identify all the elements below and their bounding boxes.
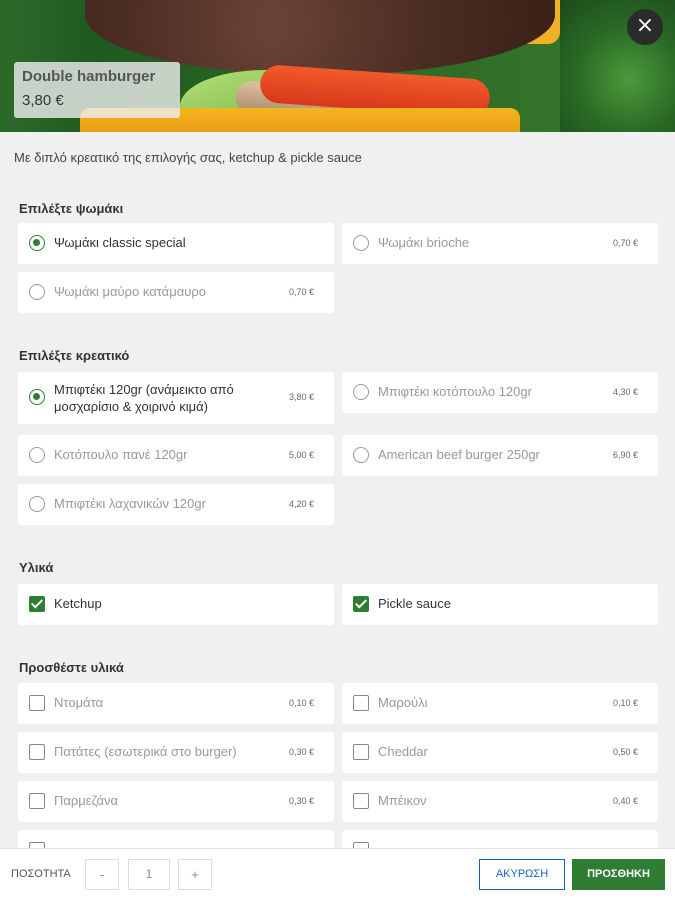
cancel-button[interactable]: ΑΚΥΡΩΣΗ <box>479 859 565 890</box>
close-icon: × <box>635 13 655 38</box>
ingredient-option[interactable]: Ketchup <box>18 584 334 625</box>
section-title-bread: Επιλέξτε ψωμάκι <box>19 201 124 216</box>
checkbox[interactable] <box>353 596 369 612</box>
option-label: Ψωμάκι μαύρο κατάμαυρο <box>54 284 206 299</box>
meat-option[interactable]: American beef burger 250gr 6,90 € <box>342 435 658 476</box>
checkbox[interactable] <box>29 793 45 809</box>
option-price: 0,70 € <box>288 287 314 297</box>
add-button[interactable]: ΠΡΟΣΘΗΚΗ <box>572 859 665 890</box>
option-price: 6,90 € <box>612 450 638 460</box>
section-title-ingredients: Υλικά <box>19 560 54 575</box>
option-price: 0,40 € <box>612 796 638 806</box>
product-price: 3,80 € <box>22 92 64 109</box>
product-description: Με διπλό κρεατικό της επιλογής σας, ketc… <box>14 150 362 165</box>
extra-option[interactable]: Πατάτες (εσωτερικά στο burger) 0,30 € <box>18 732 334 773</box>
radio-button[interactable] <box>353 235 369 251</box>
option-label: Μπέικον <box>378 793 427 808</box>
option-label: Ψωμάκι brioche <box>378 235 470 250</box>
bread-option[interactable]: Ψωμάκι brioche 0,70 € <box>342 223 658 264</box>
option-price: 4,20 € <box>288 499 314 509</box>
meat-option[interactable]: Κοτόπουλο πανέ 120gr 5,00 € <box>18 435 334 476</box>
product-name: Double hamburger <box>22 68 156 85</box>
checkbox[interactable] <box>29 744 45 760</box>
ingredient-option[interactable]: Pickle sauce <box>342 584 658 625</box>
quantity-input[interactable]: 1 <box>128 859 170 890</box>
option-label: Ντομάτα <box>54 695 104 710</box>
quantity-decrease-button[interactable]: - <box>85 859 119 890</box>
option-price: 0,10 € <box>612 698 638 708</box>
extra-option[interactable]: Παρμεζάνα 0,30 € <box>18 781 334 822</box>
option-price: 5,00 € <box>288 450 314 460</box>
extra-option[interactable]: Μαρούλι 0,10 € <box>342 683 658 724</box>
option-label: American beef burger 250gr <box>378 447 540 462</box>
section-title-meat: Επιλέξτε κρεατικό <box>19 348 130 363</box>
checkbox[interactable] <box>29 695 45 711</box>
option-price: 3,80 € <box>288 392 314 402</box>
option-label: Ψωμάκι classic special <box>54 235 186 250</box>
section-title-extras: Προσθέστε υλικά <box>19 660 124 675</box>
footer-bar: ΠΟΣΟΤΗΤΑ - 1 + ΑΚΥΡΩΣΗ ΠΡΟΣΘΗΚΗ <box>0 848 675 900</box>
option-label: Μπιφτέκι κοτόπουλο 120gr <box>378 384 532 399</box>
option-price: 0,30 € <box>288 796 314 806</box>
option-price: 0,10 € <box>288 698 314 708</box>
option-label: Μπιφτέκι λαχανικών 120gr <box>54 496 206 511</box>
checkbox[interactable] <box>353 793 369 809</box>
close-button[interactable]: × <box>627 9 663 45</box>
option-label: Κοτόπουλο πανέ 120gr <box>54 447 188 462</box>
radio-button[interactable] <box>29 389 45 405</box>
meat-option[interactable]: Μπιφτέκι 120gr (ανάμεικτο από μοσχαρίσιο… <box>18 372 334 424</box>
quantity-label: ΠΟΣΟΤΗΤΑ <box>11 868 71 880</box>
bread-option[interactable]: Ψωμάκι classic special <box>18 223 334 264</box>
extra-option[interactable]: Μπέικον 0,40 € <box>342 781 658 822</box>
option-price: 0,70 € <box>612 238 638 248</box>
option-label: Παρμεζάνα <box>54 793 118 808</box>
option-price: 0,50 € <box>612 747 638 757</box>
quantity-increase-button[interactable]: + <box>178 859 212 890</box>
checkbox[interactable] <box>29 596 45 612</box>
option-price: 4,30 € <box>612 387 638 397</box>
radio-button[interactable] <box>353 384 369 400</box>
option-label: Μαρούλι <box>378 695 428 710</box>
meat-option[interactable]: Μπιφτέκι λαχανικών 120gr 4,20 € <box>18 484 334 525</box>
option-label: Μπιφτέκι 120gr (ανάμεικτο από μοσχαρίσιο… <box>54 382 234 414</box>
option-label: Ketchup <box>54 596 102 611</box>
extra-option[interactable]: Cheddar 0,50 € <box>342 732 658 773</box>
meat-option[interactable]: Μπιφτέκι κοτόπουλο 120gr 4,30 € <box>342 372 658 413</box>
extra-option[interactable]: Ντομάτα 0,10 € <box>18 683 334 724</box>
radio-button[interactable] <box>29 235 45 251</box>
option-label: Cheddar <box>378 744 428 759</box>
checkbox[interactable] <box>353 695 369 711</box>
option-label: Πατάτες (εσωτερικά στο burger) <box>54 744 237 759</box>
option-label: Pickle sauce <box>378 596 451 611</box>
radio-button[interactable] <box>353 447 369 463</box>
option-price: 0,30 € <box>288 747 314 757</box>
bread-option[interactable]: Ψωμάκι μαύρο κατάμαυρο 0,70 € <box>18 272 334 313</box>
checkbox[interactable] <box>353 744 369 760</box>
product-title-box: Double hamburger 3,80 € <box>14 62 180 118</box>
radio-button[interactable] <box>29 284 45 300</box>
radio-button[interactable] <box>29 447 45 463</box>
radio-button[interactable] <box>29 496 45 512</box>
